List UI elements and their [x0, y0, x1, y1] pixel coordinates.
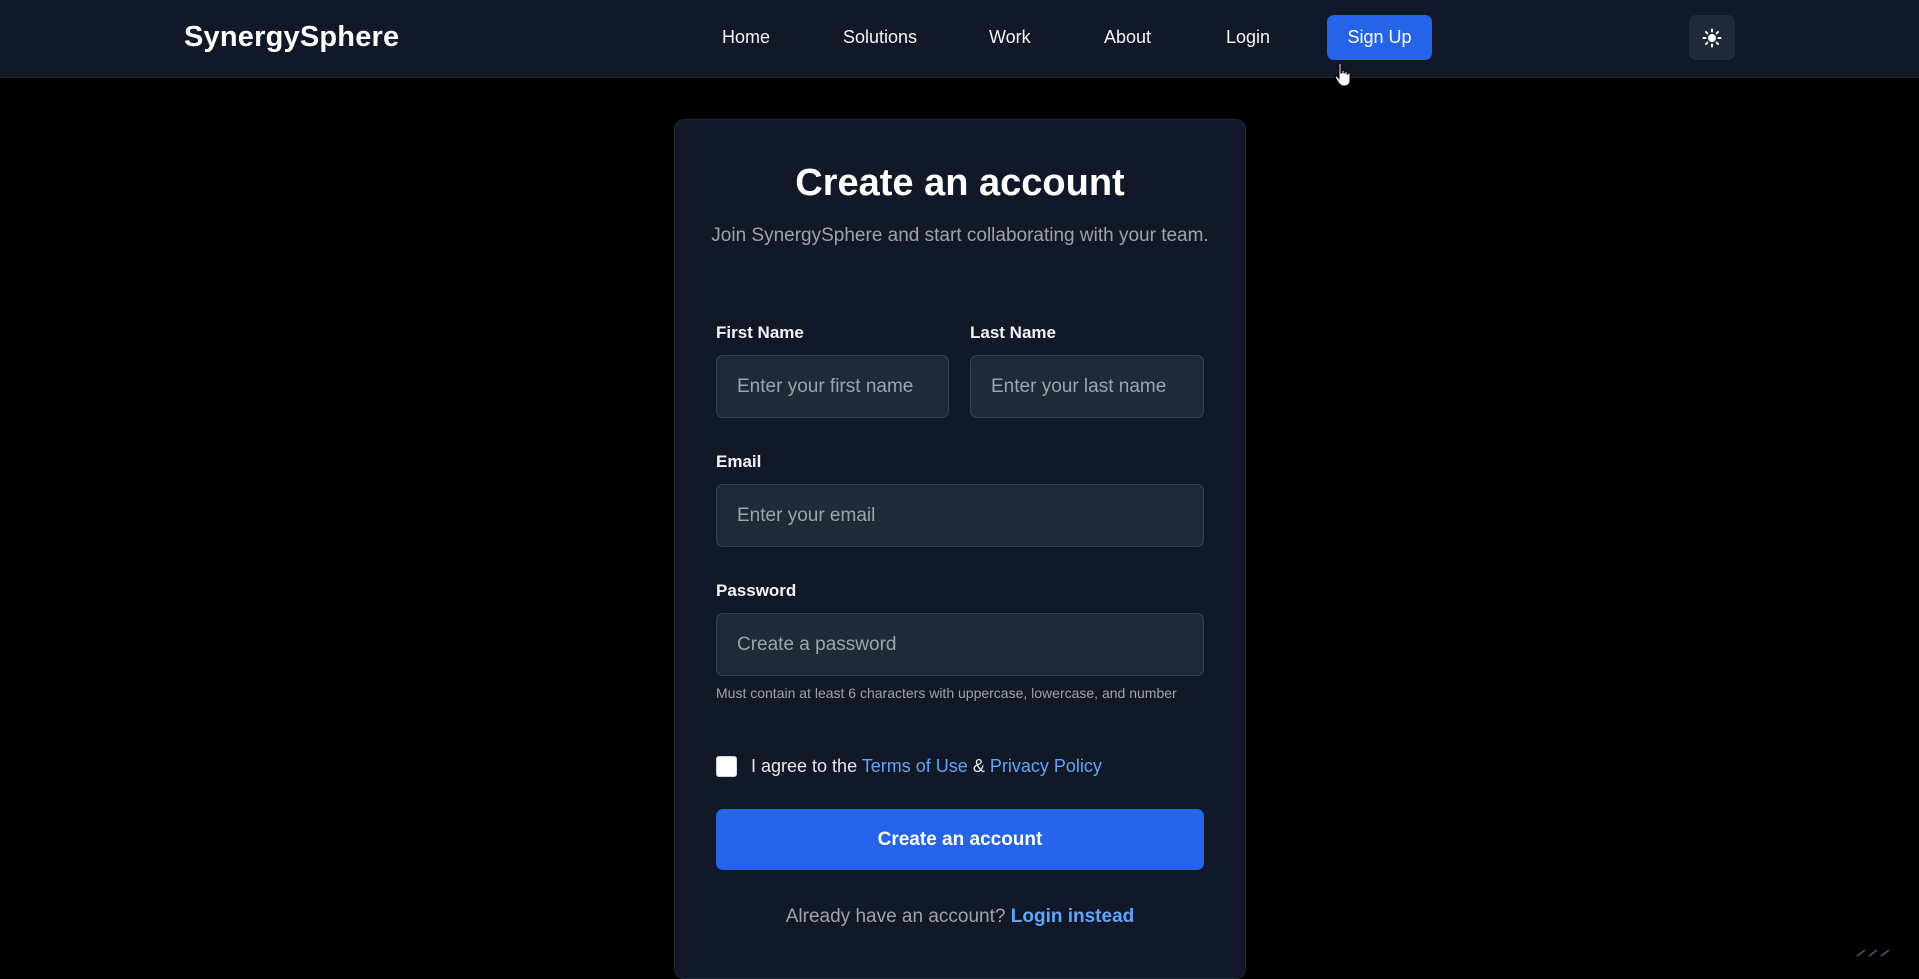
nav-about[interactable]: About: [1104, 27, 1151, 48]
brand-logo[interactable]: SynergySphere: [184, 21, 399, 54]
first-name-label: First Name: [716, 323, 804, 342]
sun-icon: [1702, 28, 1722, 47]
signup-button[interactable]: Sign Up: [1327, 15, 1432, 60]
agree-prefix: I agree to the: [751, 756, 858, 776]
password-label: Password: [716, 581, 797, 600]
last-name-label: Last Name: [970, 323, 1056, 342]
password-input[interactable]: [716, 613, 1204, 676]
email-input[interactable]: [716, 484, 1204, 547]
create-account-button[interactable]: Create an account: [716, 809, 1204, 870]
top-navbar: SynergySphere Home Solutions Work About …: [0, 0, 1919, 78]
agree-ampersand: &: [972, 756, 985, 776]
login-instead-link[interactable]: Login instead: [1011, 906, 1135, 927]
login-prompt-text: Already have an account?: [785, 906, 1006, 927]
nav-solutions[interactable]: Solutions: [843, 27, 917, 48]
resize-grip-icon: [1856, 949, 1890, 957]
agree-text: I agree to the Terms of Use & Privacy Po…: [751, 756, 1102, 777]
terms-link[interactable]: Terms of Use: [862, 756, 968, 776]
agree-checkbox[interactable]: [716, 756, 737, 777]
nav-login[interactable]: Login: [1226, 27, 1270, 48]
password-hint: Must contain at least 6 characters with …: [716, 685, 1177, 701]
login-prompt: Already have an account? Login instead: [674, 906, 1246, 928]
email-label: Email: [716, 452, 762, 471]
page-subtitle: Join SynergySphere and start collaborati…: [711, 225, 1209, 246]
nav-home[interactable]: Home: [722, 27, 770, 48]
privacy-link[interactable]: Privacy Policy: [990, 756, 1102, 776]
nav-work[interactable]: Work: [989, 27, 1031, 48]
page-title: Create an account: [795, 162, 1125, 204]
mouse-pointer-icon: [1334, 62, 1351, 87]
theme-toggle-button[interactable]: [1689, 15, 1735, 60]
first-name-input[interactable]: [716, 355, 949, 418]
last-name-input[interactable]: [970, 355, 1204, 418]
